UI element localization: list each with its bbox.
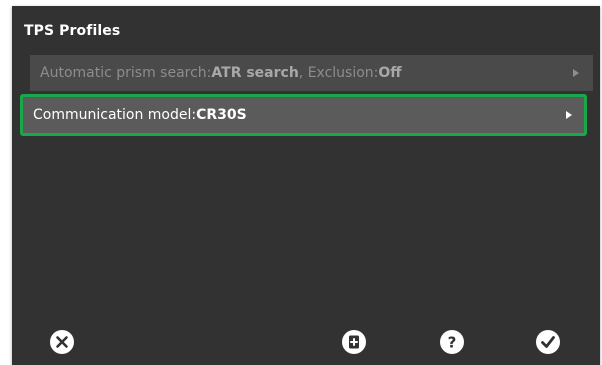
row-value-atr: ATR search bbox=[211, 65, 299, 81]
list-item-automatic-prism-search[interactable]: Automatic prism search: ATR search , Exc… bbox=[30, 55, 593, 91]
row-value-model: CR30S bbox=[196, 107, 247, 123]
row-label: Communication model: bbox=[33, 107, 197, 123]
row-label-exclusion: , Exclusion: bbox=[298, 65, 379, 81]
confirm-icon[interactable] bbox=[535, 329, 561, 355]
add-icon[interactable] bbox=[341, 329, 367, 355]
chevron-right-icon bbox=[573, 69, 579, 77]
page-title: TPS Profiles bbox=[24, 23, 121, 39]
tps-profiles-panel: TPS Profiles Automatic prism search: ATR… bbox=[12, 6, 600, 365]
svg-text:?: ? bbox=[448, 334, 457, 352]
row-label: Automatic prism search: bbox=[40, 65, 212, 81]
chevron-right-icon bbox=[566, 111, 572, 119]
help-icon[interactable]: ? bbox=[439, 329, 465, 355]
list-item-communication-model[interactable]: Communication model: CR30S bbox=[20, 94, 587, 136]
row-value-exclusion: Off bbox=[378, 65, 402, 81]
close-icon[interactable] bbox=[49, 329, 75, 355]
